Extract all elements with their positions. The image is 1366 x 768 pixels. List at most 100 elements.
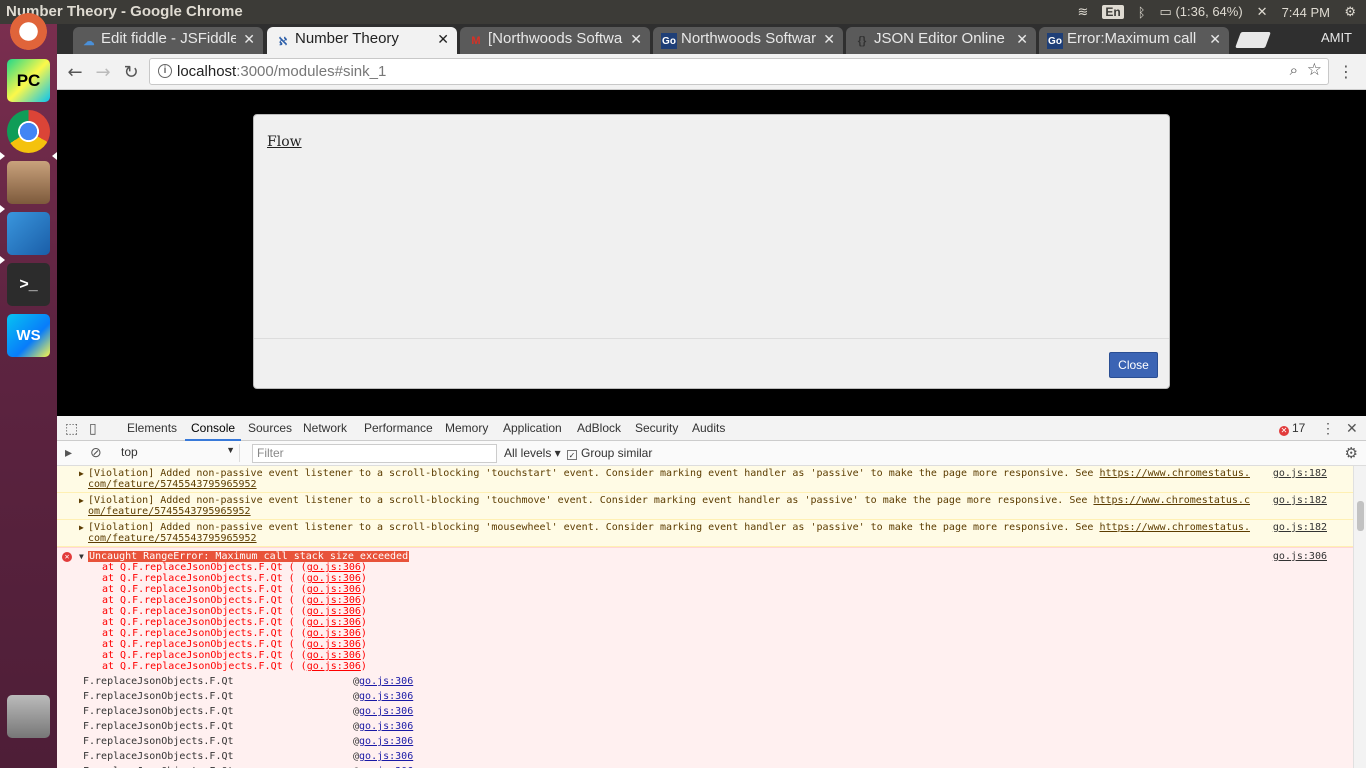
error-counter[interactable]: ✕ 17	[1279, 421, 1305, 436]
tab-close-icon[interactable]: ✕	[243, 31, 255, 48]
stack-frame: at Q.F.replaceJsonObjects.F.Qt ( (go.js:…	[102, 661, 367, 672]
console-messages: ▶ [Violation] Added non-passive event lis…	[57, 466, 1353, 768]
bluetooth-icon[interactable]: ᛒ	[1138, 5, 1146, 20]
profile-button[interactable]: AMIT	[1321, 30, 1352, 45]
stack-frame-link[interactable]: go.js:306	[307, 661, 361, 672]
battery-indicator[interactable]: ▭ (1:36, 64%)	[1160, 4, 1243, 20]
stack-frame-link[interactable]: go.js:306	[307, 606, 361, 617]
trash-icon[interactable]	[7, 695, 50, 738]
tab-close-icon[interactable]: ✕	[1209, 31, 1221, 48]
power-gear-icon[interactable]: ⚙	[1344, 4, 1356, 20]
forward-icon[interactable]: →	[91, 60, 115, 84]
scrollbar-thumb[interactable]	[1357, 501, 1364, 531]
keyboard-layout-indicator[interactable]: En	[1102, 5, 1124, 19]
source-link[interactable]: go.js:182	[1273, 495, 1327, 506]
stack-frame-link[interactable]: go.js:306	[307, 562, 361, 573]
violation-link[interactable]: https://www.chromestatus.com/feature/574…	[88, 522, 1250, 544]
address-bar[interactable]: i localhost:3000/modules#sink_1 ⌕ ☆	[149, 58, 1329, 85]
filter-input[interactable]: Filter	[252, 444, 497, 463]
stack-frame-link[interactable]: go.js:306	[307, 628, 361, 639]
console-scrollbar[interactable]	[1353, 466, 1366, 768]
ubuntu-dash-icon[interactable]	[7, 10, 50, 53]
devtools-tab-audits[interactable]: Audits	[692, 421, 725, 435]
expand-triangle-icon[interactable]: ▶	[79, 495, 84, 506]
tab-edit-fiddle-jsfiddle[interactable]: ☁ Edit fiddle - JSFiddle ✕	[73, 27, 263, 54]
call-source-link[interactable]: go.js:306	[359, 691, 413, 702]
stack-frame-link[interactable]: go.js:306	[307, 617, 361, 628]
tab-close-icon[interactable]: ✕	[437, 31, 449, 48]
stack-frame-link[interactable]: go.js:306	[307, 639, 361, 650]
devtools-menu-icon[interactable]: ⋮	[1321, 420, 1335, 437]
devtools-tab-memory[interactable]: Memory	[445, 421, 488, 435]
devtools-tab-security[interactable]: Security	[635, 421, 678, 435]
call-source-link[interactable]: go.js:306	[359, 706, 413, 717]
tab-close-icon[interactable]: ✕	[630, 31, 642, 48]
expand-triangle-icon[interactable]: ▶	[79, 468, 84, 479]
tab-close-icon[interactable]: ✕	[1016, 31, 1028, 48]
collapse-triangle-icon[interactable]: ▼	[79, 551, 84, 562]
inspect-element-icon[interactable]: ⬚	[65, 420, 78, 437]
new-tab-button[interactable]	[1235, 32, 1271, 48]
tab-northwoods-software[interactable]: M [Northwoods Software] ✕	[460, 27, 650, 54]
reload-icon[interactable]: ↻	[119, 60, 143, 84]
devtools-tab-performance[interactable]: Performance	[364, 421, 433, 435]
devtools-close-icon[interactable]: ✕	[1346, 420, 1358, 437]
back-icon[interactable]: ←	[63, 60, 87, 84]
devtools-tab-application[interactable]: Application	[503, 421, 562, 435]
tab-close-icon[interactable]: ✕	[823, 31, 835, 48]
webstorm-icon[interactable]: WS	[7, 314, 50, 357]
close-button[interactable]: Close	[1109, 352, 1158, 378]
call-source-link[interactable]: go.js:306	[359, 676, 413, 687]
wifi-icon[interactable]: ≋	[1077, 4, 1088, 20]
flow-link[interactable]: Flow	[267, 134, 302, 150]
clock[interactable]: 7:44 PM	[1282, 5, 1330, 20]
violation-link[interactable]: https://www.chromestatus.com/feature/574…	[88, 468, 1250, 490]
source-link[interactable]: go.js:182	[1273, 522, 1327, 533]
call-source-link[interactable]: go.js:306	[359, 751, 413, 762]
pycharm-icon[interactable]: PC	[7, 59, 50, 102]
source-link[interactable]: go.js:182	[1273, 468, 1327, 479]
terminal-icon[interactable]: >_	[7, 263, 50, 306]
sidebar-toggle-icon[interactable]: ▸	[65, 444, 72, 461]
error-source-link[interactable]: go.js:306	[1273, 551, 1327, 562]
site-info-icon[interactable]: i	[158, 64, 172, 78]
error-message: ✕ ▼ Uncaught RangeError: Maximum call stac…	[57, 547, 1353, 674]
devtools-tab-elements[interactable]: Elements	[127, 421, 177, 435]
device-toolbar-icon[interactable]: ▯	[89, 420, 97, 437]
stack-frame-link[interactable]: go.js:306	[307, 573, 361, 584]
log-levels-dropdown[interactable]: All levels ▾	[504, 446, 561, 460]
devtools-tab-network[interactable]: Network	[303, 421, 347, 435]
bookmark-star-icon[interactable]: ☆	[1307, 60, 1322, 80]
error-heading: Uncaught RangeError: Maximum call stack …	[88, 551, 410, 562]
tab-favicon-icon: ℵ	[278, 35, 288, 48]
files-icon[interactable]	[7, 161, 50, 204]
stack-frame-link[interactable]: go.js:306	[307, 650, 361, 661]
console-settings-gear-icon[interactable]: ⚙	[1345, 444, 1358, 462]
devtools-tab-adblock[interactable]: AdBlock	[577, 421, 621, 435]
battery-icon: ▭	[1159, 4, 1172, 19]
devtools-tab-sources[interactable]: Sources	[248, 421, 292, 435]
tab-northwoods-software[interactable]: Go Northwoods Software ✕	[653, 27, 843, 54]
error-icon: ✕	[62, 552, 72, 562]
expand-triangle-icon[interactable]: ▶	[79, 522, 84, 533]
devtools-tab-console[interactable]: Console	[184, 421, 242, 441]
call-stack-row: F.replaceJsonObjects.F.Qt@go.js:306	[57, 749, 1353, 764]
search-icon[interactable]: ⌕	[1290, 62, 1298, 79]
clear-console-icon[interactable]: ⊘	[90, 444, 102, 461]
chrome-icon[interactable]	[7, 110, 50, 153]
tab-error-maximum-call[interactable]: Go Error:Maximum call ✕	[1039, 27, 1229, 54]
vscode-icon[interactable]	[7, 212, 50, 255]
stack-frame-link[interactable]: go.js:306	[307, 584, 361, 595]
violation-link[interactable]: https://www.chromestatus.com/feature/574…	[88, 495, 1250, 517]
tab-json-editor-online[interactable]: {} JSON Editor Online ✕	[846, 27, 1036, 54]
call-source-link[interactable]: go.js:306	[359, 721, 413, 732]
group-similar-checkbox[interactable]: ✓ Group similar	[567, 446, 652, 460]
chrome-menu-icon[interactable]: ⋮	[1338, 62, 1354, 81]
volume-muted-icon[interactable]: ✕	[1257, 4, 1268, 20]
call-stack-row: F.replaceJsonObjects.F.Qt@go.js:306	[57, 734, 1353, 749]
context-selector[interactable]: top ▼	[115, 444, 240, 462]
tab-number-theory[interactable]: ℵ Number Theory ✕	[267, 27, 457, 54]
stack-frame-link[interactable]: go.js:306	[307, 595, 361, 606]
modal-dialog: Flow Close	[253, 114, 1170, 389]
call-source-link[interactable]: go.js:306	[359, 736, 413, 747]
